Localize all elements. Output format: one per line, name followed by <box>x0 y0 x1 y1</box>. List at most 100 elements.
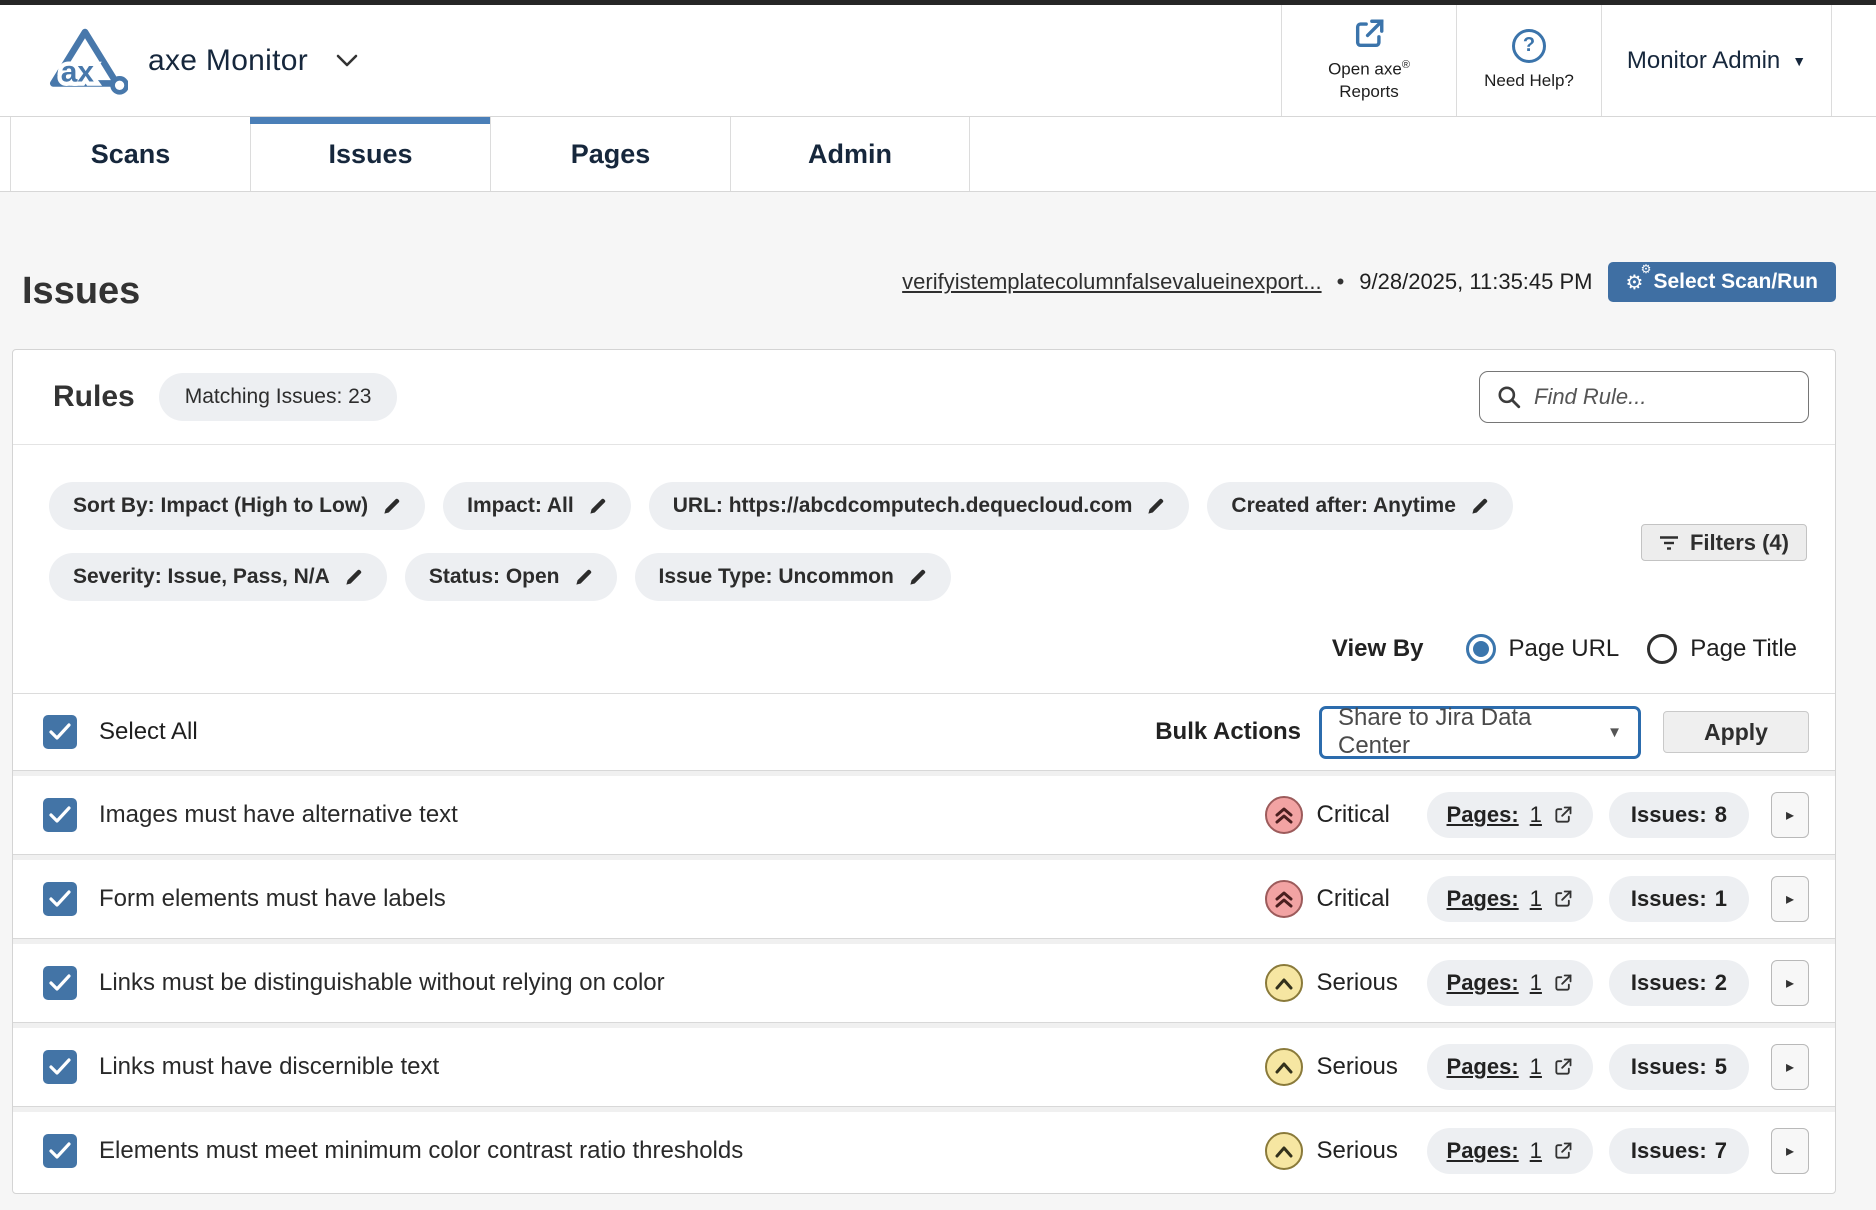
user-menu[interactable]: Monitor Admin ▼ <box>1601 5 1831 116</box>
serious-severity-icon <box>1265 1132 1303 1170</box>
bullet-separator: • <box>1337 269 1345 295</box>
filters-button[interactable]: Filters (4) <box>1641 524 1807 561</box>
pages-link-pill[interactable]: Pages: 1 <box>1427 960 1593 1006</box>
select-all-checkbox[interactable] <box>43 715 77 749</box>
scan-name-link[interactable]: verifyistemplatecolumnfalsevalueinexport… <box>902 269 1321 295</box>
severity: Serious <box>1265 1132 1427 1170</box>
tab-admin[interactable]: Admin <box>730 117 970 191</box>
severity: Critical <box>1265 796 1427 834</box>
serious-severity-icon <box>1265 1048 1303 1086</box>
chip-created-after[interactable]: Created after: Anytime <box>1207 482 1512 530</box>
rule-title: Elements must meet minimum color contras… <box>99 1137 743 1165</box>
filter-chips-row-1: Sort By: Impact (High to Low) Impact: Al… <box>13 482 1835 530</box>
rule-checkbox[interactable] <box>43 966 77 1000</box>
pencil-icon <box>574 568 593 587</box>
severity: Serious <box>1265 1048 1427 1086</box>
external-link-icon <box>1352 17 1386 51</box>
rule-row-form-labels: Form elements must have labels Critical … <box>13 860 1835 938</box>
expand-row-button[interactable]: ▸ <box>1771 960 1809 1006</box>
apply-button[interactable]: Apply <box>1663 711 1809 753</box>
rule-row-meta: Critical Pages: 1 Issues:1 ▸ <box>1265 876 1809 922</box>
search-icon <box>1496 384 1522 410</box>
critical-severity-icon <box>1265 796 1303 834</box>
chip-sort-by[interactable]: Sort By: Impact (High to Low) <box>49 482 425 530</box>
issues-count-badge: Issues:2 <box>1609 960 1749 1006</box>
chevron-right-icon: ▸ <box>1786 973 1794 993</box>
pencil-icon <box>588 497 607 516</box>
issues-count-badge: Issues:5 <box>1609 1044 1749 1090</box>
svg-text:ax: ax <box>61 55 95 88</box>
critical-severity-icon <box>1265 880 1303 918</box>
pages-link-pill[interactable]: Pages: 1 <box>1427 1044 1593 1090</box>
chip-status[interactable]: Status: Open <box>405 553 617 601</box>
chip-issue-type[interactable]: Issue Type: Uncommon <box>635 553 951 601</box>
rule-checkbox[interactable] <box>43 798 77 832</box>
severity-label: Critical <box>1317 801 1390 829</box>
tab-issues[interactable]: Issues <box>250 117 490 191</box>
filter-icon <box>1659 535 1679 551</box>
severity-label: Serious <box>1317 969 1398 997</box>
radio-page-url[interactable]: Page URL <box>1466 634 1620 664</box>
scan-timestamp: 9/28/2025, 11:35:45 PM <box>1359 269 1592 295</box>
chip-impact[interactable]: Impact: All <box>443 482 631 530</box>
bulk-actions-select[interactable]: Share to Jira Data Center ▼ <box>1319 706 1641 759</box>
tab-pages[interactable]: Pages <box>490 117 730 191</box>
pencil-icon <box>908 568 927 587</box>
rule-row-images-alt-text: Images must have alternative text Critic… <box>13 776 1835 854</box>
severity: Critical <box>1265 880 1427 918</box>
open-axe-reports-button[interactable]: Open axe®Reports <box>1281 5 1456 116</box>
rule-row-meta: Serious Pages: 1 Issues:7 ▸ <box>1265 1128 1809 1174</box>
main-nav-tabs: Scans Issues Pages Admin <box>0 117 1876 192</box>
rule-title: Links must have discernible text <box>99 1053 439 1081</box>
pages-link-pill[interactable]: Pages: 1 <box>1427 876 1593 922</box>
pages-link-pill[interactable]: Pages: 1 <box>1427 792 1593 838</box>
issues-count-badge: Issues:7 <box>1609 1128 1749 1174</box>
pages-link-pill[interactable]: Pages: 1 <box>1427 1128 1593 1174</box>
chip-severity[interactable]: Severity: Issue, Pass, N/A <box>49 553 387 601</box>
pencil-icon <box>1146 497 1165 516</box>
rule-checkbox[interactable] <box>43 1050 77 1084</box>
brand[interactable]: ax axe Monitor <box>0 5 1281 116</box>
view-by-row: View By Page URL Page Title <box>13 629 1835 669</box>
severity-label: Critical <box>1317 885 1390 913</box>
view-by-label: View By <box>1332 635 1424 663</box>
rule-row-links-color: Links must be distinguishable without re… <box>13 944 1835 1022</box>
axe-logo-icon: ax <box>42 23 128 99</box>
expand-row-button[interactable]: ▸ <box>1771 876 1809 922</box>
rule-title: Images must have alternative text <box>99 801 458 829</box>
issues-count-badge: Issues:1 <box>1609 876 1749 922</box>
expand-row-button[interactable]: ▸ <box>1771 1044 1809 1090</box>
rule-row-meta: Critical Pages: 1 Issues:8 ▸ <box>1265 792 1809 838</box>
rule-row-meta: Serious Pages: 1 Issues:2 ▸ <box>1265 960 1809 1006</box>
chevron-right-icon: ▸ <box>1786 805 1794 825</box>
external-link-icon <box>1553 805 1573 825</box>
bulk-actions-label: Bulk Actions <box>1155 718 1301 746</box>
rule-title: Form elements must have labels <box>99 885 446 913</box>
expand-row-button[interactable]: ▸ <box>1771 1128 1809 1174</box>
rule-checkbox[interactable] <box>43 1134 77 1168</box>
rule-checkbox[interactable] <box>43 882 77 916</box>
serious-severity-icon <box>1265 964 1303 1002</box>
chevron-down-icon[interactable] <box>336 54 358 67</box>
select-all-label: Select All <box>99 718 198 746</box>
external-link-icon <box>1553 973 1573 993</box>
scan-meta-row: verifyistemplatecolumnfalsevalueinexport… <box>902 262 1836 302</box>
select-scan-run-button[interactable]: ⚙⚙ Select Scan/Run <box>1608 262 1837 302</box>
radio-page-title[interactable]: Page Title <box>1647 634 1797 664</box>
chip-url[interactable]: URL: https://abcdcomputech.dequecloud.co… <box>649 482 1190 530</box>
caret-down-icon: ▼ <box>1607 724 1622 741</box>
expand-row-button[interactable]: ▸ <box>1771 792 1809 838</box>
need-help-button[interactable]: ? Need Help? <box>1456 5 1601 116</box>
tab-scans[interactable]: Scans <box>10 117 250 191</box>
find-rule-search[interactable] <box>1479 371 1809 423</box>
rules-heading: Rules <box>53 380 135 414</box>
radio-selected-icon <box>1466 634 1496 664</box>
chevron-right-icon: ▸ <box>1786 1141 1794 1161</box>
user-menu-label: Monitor Admin <box>1627 47 1780 75</box>
question-circle-icon: ? <box>1512 29 1546 63</box>
caret-down-icon: ▼ <box>1792 53 1806 69</box>
gears-icon: ⚙⚙ <box>1626 270 1644 294</box>
external-link-icon <box>1553 1057 1573 1077</box>
bulk-actions-row: Select All Bulk Actions Share to Jira Da… <box>13 693 1835 770</box>
search-input[interactable] <box>1534 384 1792 410</box>
